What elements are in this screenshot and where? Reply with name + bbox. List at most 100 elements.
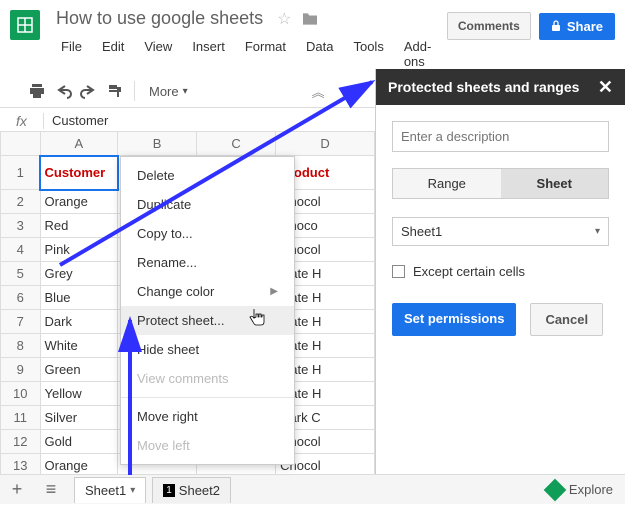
- sheet-tab-2[interactable]: 1 Sheet2: [152, 477, 231, 503]
- context-menu-item[interactable]: Move right: [121, 402, 294, 431]
- col-header-D[interactable]: D: [276, 132, 375, 156]
- toolbar-separator: [134, 81, 135, 101]
- side-panel: Protected sheets and ranges ✕ Range Shee…: [375, 69, 625, 474]
- side-panel-title: Protected sheets and ranges: [388, 79, 579, 95]
- corner-cell[interactable]: [1, 132, 41, 156]
- share-button[interactable]: Share: [539, 13, 615, 40]
- row-header[interactable]: 4: [1, 238, 41, 262]
- row-header[interactable]: 10: [1, 382, 41, 406]
- sheet-select-value: Sheet1: [401, 224, 442, 239]
- sheet-tabs-bar: + ≡ Sheet1 ▾ 1 Sheet2 Explore: [0, 474, 625, 504]
- cell[interactable]: White: [40, 334, 118, 358]
- context-menu-item: Move left: [121, 431, 294, 460]
- comment-count-badge: 1: [163, 484, 175, 497]
- context-menu-item[interactable]: Delete: [121, 161, 294, 190]
- paint-format-icon[interactable]: [106, 82, 124, 100]
- row-header[interactable]: 1: [1, 156, 41, 190]
- star-icon[interactable]: ☆: [277, 9, 291, 29]
- context-menu-item[interactable]: Hide sheet: [121, 335, 294, 364]
- close-icon[interactable]: ✕: [598, 77, 613, 98]
- header-right: Comments Share: [447, 6, 615, 40]
- sheet-select[interactable]: Sheet1 ▾: [392, 217, 609, 246]
- context-menu-item[interactable]: Change color▶: [121, 277, 294, 306]
- except-label: Except certain cells: [413, 264, 525, 279]
- row-header[interactable]: 5: [1, 262, 41, 286]
- caret-down-icon: ▾: [130, 485, 135, 496]
- undo-icon[interactable]: [54, 82, 72, 100]
- cell[interactable]: Orange: [40, 190, 118, 214]
- cell[interactable]: Customer: [40, 156, 118, 190]
- context-menu-item: View comments: [121, 364, 294, 393]
- menu-bar: File Edit View Insert Format Data Tools …: [52, 35, 447, 73]
- context-menu-separator: [121, 397, 294, 398]
- tab-sheet[interactable]: Sheet: [501, 169, 609, 198]
- explore-label: Explore: [569, 482, 613, 497]
- title-area: How to use google sheets ☆ File Edit Vie…: [52, 6, 447, 73]
- explore-icon: [544, 478, 567, 501]
- cell[interactable]: Grey: [40, 262, 118, 286]
- cell[interactable]: Red: [40, 214, 118, 238]
- add-sheet-button[interactable]: +: [0, 475, 34, 505]
- share-label: Share: [567, 19, 603, 34]
- cell[interactable]: Orange: [40, 454, 118, 475]
- col-header-B[interactable]: B: [118, 132, 197, 156]
- row-header[interactable]: 6: [1, 286, 41, 310]
- cell[interactable]: Blue: [40, 286, 118, 310]
- comments-button[interactable]: Comments: [447, 12, 531, 40]
- caret-down-icon: ▾: [183, 86, 188, 97]
- row-header[interactable]: 2: [1, 190, 41, 214]
- menu-edit[interactable]: Edit: [93, 35, 133, 73]
- lock-icon: [551, 20, 561, 32]
- cell[interactable]: Gold: [40, 430, 118, 454]
- cell[interactable]: Dark: [40, 310, 118, 334]
- sheet-tab-2-label: Sheet2: [179, 483, 220, 498]
- col-header-A[interactable]: A: [40, 132, 118, 156]
- sheet-tab-1[interactable]: Sheet1 ▾: [74, 477, 146, 503]
- row-header[interactable]: 9: [1, 358, 41, 382]
- redo-icon[interactable]: [80, 82, 98, 100]
- menu-file[interactable]: File: [52, 35, 91, 73]
- context-menu-item[interactable]: Duplicate: [121, 190, 294, 219]
- menu-tools[interactable]: Tools: [344, 35, 392, 73]
- set-permissions-button[interactable]: Set permissions: [392, 303, 516, 336]
- menu-data[interactable]: Data: [297, 35, 342, 73]
- range-sheet-tabs: Range Sheet: [392, 168, 609, 199]
- sheets-logo: [10, 10, 40, 40]
- fx-label: fx: [0, 113, 44, 129]
- row-header[interactable]: 12: [1, 430, 41, 454]
- sheet-tab-1-label: Sheet1: [85, 483, 126, 498]
- caret-down-icon: ▾: [595, 226, 600, 237]
- menu-addons[interactable]: Add-ons: [395, 35, 447, 73]
- except-checkbox-row[interactable]: Except certain cells: [392, 264, 609, 279]
- row-header[interactable]: 8: [1, 334, 41, 358]
- description-input[interactable]: [392, 121, 609, 152]
- row-header[interactable]: 13: [1, 454, 41, 475]
- explore-button[interactable]: Explore: [535, 482, 625, 498]
- cell[interactable]: Green: [40, 358, 118, 382]
- context-menu-item[interactable]: Protect sheet...: [121, 306, 294, 335]
- tab-range[interactable]: Range: [393, 169, 501, 198]
- row-header[interactable]: 3: [1, 214, 41, 238]
- context-menu-item[interactable]: Rename...: [121, 248, 294, 277]
- cell[interactable]: Pink: [40, 238, 118, 262]
- grid-icon: [17, 17, 33, 33]
- toolbar-more[interactable]: More ▾: [145, 82, 192, 101]
- doc-title[interactable]: How to use google sheets: [52, 6, 267, 31]
- cancel-button[interactable]: Cancel: [530, 303, 603, 336]
- context-menu-item[interactable]: Copy to...: [121, 219, 294, 248]
- menu-insert[interactable]: Insert: [183, 35, 234, 73]
- checkbox-icon[interactable]: [392, 265, 405, 278]
- cell[interactable]: Silver: [40, 406, 118, 430]
- row-header[interactable]: 7: [1, 310, 41, 334]
- menu-view[interactable]: View: [135, 35, 181, 73]
- cell[interactable]: Yellow: [40, 382, 118, 406]
- row-header[interactable]: 11: [1, 406, 41, 430]
- menu-format[interactable]: Format: [236, 35, 295, 73]
- all-sheets-button[interactable]: ≡: [34, 475, 68, 505]
- print-icon[interactable]: [28, 82, 46, 100]
- context-menu: DeleteDuplicateCopy to...Rename...Change…: [120, 156, 295, 465]
- collapse-toolbar-icon[interactable]: ︽: [312, 82, 325, 101]
- folder-icon[interactable]: [301, 12, 319, 26]
- fx-value[interactable]: Customer: [44, 113, 116, 128]
- col-header-C[interactable]: C: [196, 132, 275, 156]
